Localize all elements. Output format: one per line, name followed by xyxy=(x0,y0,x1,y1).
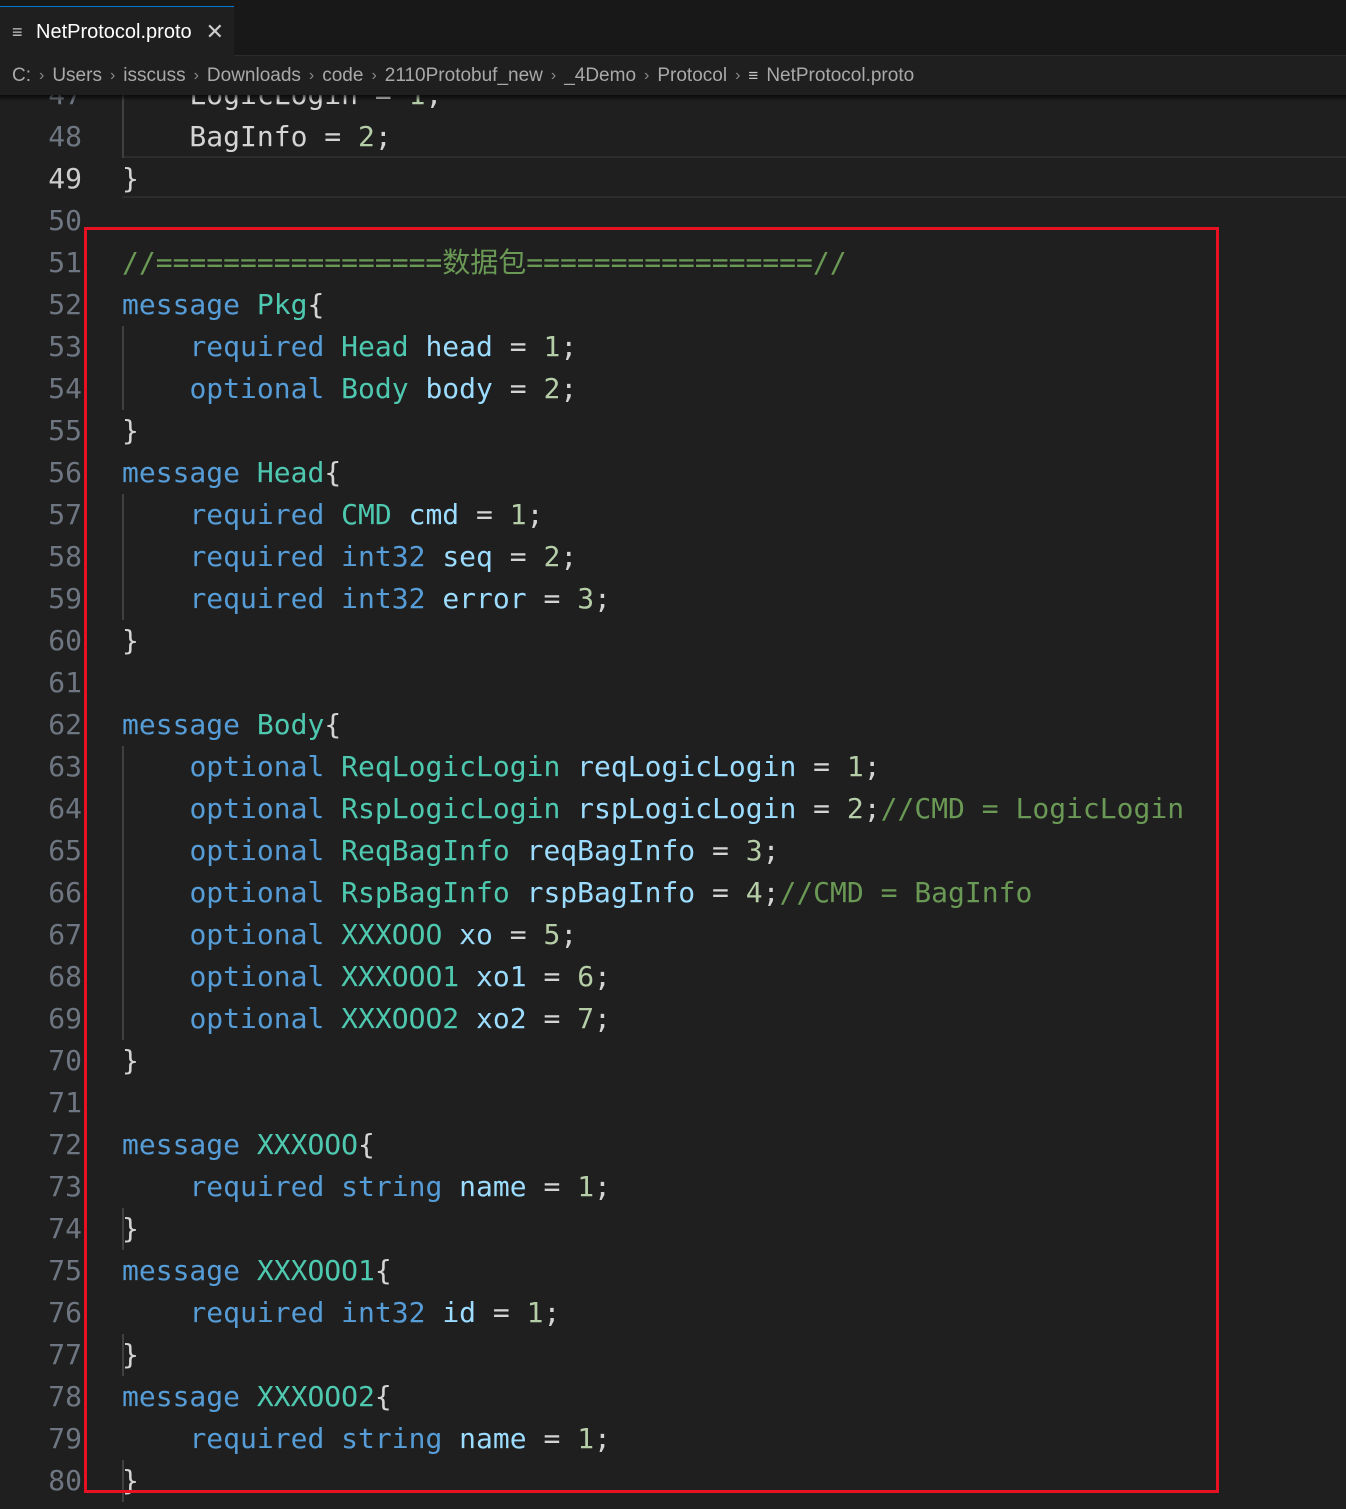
close-icon[interactable]: ✕ xyxy=(206,19,224,45)
line-number: 56 xyxy=(48,456,82,489)
indent-guide xyxy=(122,95,124,158)
breadcrumb-item[interactable]: Protocol xyxy=(657,65,727,87)
line-number: 61 xyxy=(48,666,82,699)
chevron-right-icon: › xyxy=(308,67,315,84)
line-number: 49 xyxy=(48,162,82,195)
breadcrumb: C: › Users › isscuss › Downloads › code › 2110Prot… xyxy=(0,57,1346,95)
file-lines-icon: ≡ xyxy=(12,21,23,42)
red-highlight-box xyxy=(84,227,1219,1493)
line-number: 63 xyxy=(48,750,82,783)
breadcrumb-item[interactable]: NetProtocol.proto xyxy=(766,65,914,87)
code-token: } xyxy=(122,162,139,195)
line-number: 57 xyxy=(48,498,82,531)
line-number: 76 xyxy=(48,1296,82,1329)
breadcrumb-item[interactable]: isscuss xyxy=(123,65,185,87)
line-number: 77 xyxy=(48,1338,82,1371)
editor-tab-netprotocol[interactable]: ≡ NetProtocol.proto ✕ xyxy=(0,6,234,57)
chevron-right-icon: › xyxy=(644,67,650,84)
code-token: 2 xyxy=(358,120,375,153)
line-number: 75 xyxy=(48,1254,82,1287)
chevron-right-icon: › xyxy=(193,67,199,84)
line-number: 54 xyxy=(48,372,82,405)
line-number: 80 xyxy=(48,1464,82,1497)
line-number: 66 xyxy=(48,876,82,909)
line-number: 55 xyxy=(48,414,82,447)
chevron-right-icon: › xyxy=(550,67,557,84)
line-number: 59 xyxy=(48,582,82,615)
line-number: 65 xyxy=(48,834,82,867)
line-number: 51 xyxy=(48,246,82,279)
line-number: 71 xyxy=(48,1086,82,1119)
breadcrumb-item[interactable]: Downloads xyxy=(207,65,301,87)
line-number: 68 xyxy=(48,960,82,993)
code-line: 48 BagInfo = 2; xyxy=(0,116,1346,158)
code-text: BagInfo = 2; xyxy=(122,116,392,158)
chevron-right-icon: › xyxy=(371,67,377,84)
chevron-right-icon: › xyxy=(39,67,45,84)
line-number: 60 xyxy=(48,624,82,657)
line-number: 52 xyxy=(48,288,82,321)
code-token: BagInfo = xyxy=(122,120,359,153)
scroll-shadow xyxy=(0,95,1346,101)
tab-label: NetProtocol.proto xyxy=(36,20,192,43)
line-number: 79 xyxy=(48,1422,82,1455)
line-number: 48 xyxy=(48,120,82,153)
line-number: 58 xyxy=(48,540,82,573)
line-number: 62 xyxy=(48,708,82,741)
breadcrumb-item[interactable]: C: xyxy=(12,65,31,87)
line-number: 50 xyxy=(48,204,82,237)
line-number: 69 xyxy=(48,1002,82,1035)
line-number: 74 xyxy=(48,1212,82,1245)
line-number: 67 xyxy=(48,918,82,951)
breadcrumb-item[interactable]: code xyxy=(322,65,363,87)
code-line: 49} xyxy=(0,158,1346,200)
code-text: } xyxy=(122,158,139,200)
line-number: 78 xyxy=(48,1380,82,1413)
line-number: 73 xyxy=(48,1170,82,1203)
breadcrumb-item[interactable]: _4Demo xyxy=(564,65,636,87)
tab-bar: ≡ NetProtocol.proto ✕ xyxy=(0,0,1346,57)
breadcrumb-item[interactable]: Users xyxy=(52,65,102,87)
line-number: 72 xyxy=(48,1128,82,1161)
chevron-right-icon: › xyxy=(109,67,116,84)
line-number: 53 xyxy=(48,330,82,363)
breadcrumb-item[interactable]: 2110Protobuf_new xyxy=(385,65,543,87)
line-number: 64 xyxy=(48,792,82,825)
chevron-right-icon: › xyxy=(735,67,741,84)
file-lines-icon: ≡ xyxy=(748,66,759,85)
line-number: 70 xyxy=(48,1044,82,1077)
code-token: ; xyxy=(374,120,392,153)
